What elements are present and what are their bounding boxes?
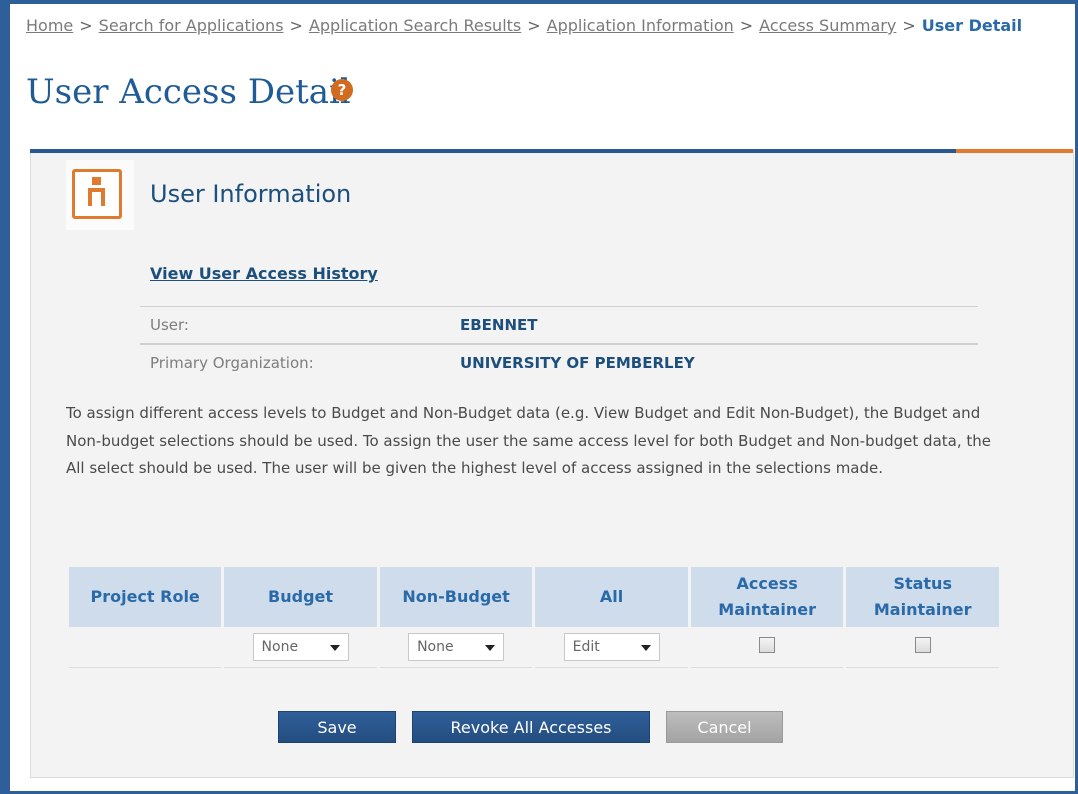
header-status-maintainer-line2: Maintainer	[873, 600, 972, 619]
user-row: User: EBENNET	[140, 306, 978, 344]
user-icon	[66, 160, 134, 230]
user-label: User:	[150, 316, 189, 334]
user-value: EBENNET	[460, 316, 538, 334]
user-badge-icon	[72, 169, 122, 219]
header-project-role: Project Role	[69, 567, 222, 627]
view-user-access-history-link[interactable]: View User Access History	[150, 264, 378, 283]
primary-organization-value: UNIVERSITY OF PEMBERLEY	[460, 354, 695, 372]
budget-select-value: None	[261, 639, 299, 655]
breadcrumb-search-for-applications[interactable]: Search for Applications	[99, 16, 284, 35]
breadcrumb-separator: >	[739, 16, 754, 35]
non-budget-select[interactable]: None	[408, 633, 505, 661]
cell-budget: None	[224, 627, 377, 668]
header-non-budget: Non-Budget	[379, 567, 533, 627]
breadcrumb-separator: >	[902, 16, 916, 35]
breadcrumb-application-search-results[interactable]: Application Search Results	[309, 16, 521, 35]
primary-organization-row: Primary Organization: UNIVERSITY OF PEMB…	[140, 344, 978, 381]
budget-select[interactable]: None	[252, 633, 349, 661]
breadcrumb-access-summary[interactable]: Access Summary	[759, 16, 896, 35]
table-header-row: Project Role Budget Non-Budget All Acces…	[69, 567, 999, 627]
table-row: None None Edit	[69, 627, 999, 668]
instructions-text: To assign different access levels to Bud…	[66, 404, 991, 477]
section-title: User Information	[150, 180, 352, 208]
breadcrumb-separator: >	[289, 16, 303, 35]
breadcrumb: Home > Search for Applications > Application…	[26, 16, 1022, 35]
header-budget: Budget	[224, 567, 377, 627]
cell-non-budget: None	[379, 627, 533, 668]
cell-access-maintainer	[690, 627, 844, 668]
status-maintainer-checkbox[interactable]	[914, 637, 931, 653]
breadcrumb-application-information[interactable]: Application Information	[547, 16, 734, 35]
panel-top-bar	[30, 149, 956, 153]
access-table: Project Role Budget Non-Budget All Acces…	[66, 567, 1002, 668]
chevron-down-icon	[485, 645, 496, 651]
breadcrumb-current: User Detail	[921, 16, 1023, 35]
all-select[interactable]: Edit	[563, 633, 660, 661]
chevron-down-icon	[640, 645, 651, 651]
panel-top-bar-accent	[956, 149, 1073, 153]
header-access-maintainer-line2: Maintainer	[718, 600, 816, 619]
cancel-button[interactable]: Cancel	[666, 711, 783, 743]
access-maintainer-checkbox[interactable]	[759, 637, 776, 653]
breadcrumb-separator: >	[527, 16, 541, 35]
help-icon[interactable]: ?	[331, 79, 353, 101]
primary-organization-label: Primary Organization:	[150, 354, 314, 372]
page-title: User Access Detail	[26, 72, 351, 112]
header-access-maintainer-line1: Access	[736, 574, 798, 593]
save-button[interactable]: Save	[278, 711, 396, 743]
breadcrumb-separator: >	[79, 16, 93, 35]
cell-all: Edit	[535, 627, 688, 668]
breadcrumb-home[interactable]: Home	[26, 16, 73, 35]
revoke-all-accesses-button[interactable]: Revoke All Accesses	[412, 711, 650, 743]
chevron-down-icon	[329, 645, 340, 651]
window-frame-left	[0, 0, 10, 794]
header-status-maintainer: Status Maintainer	[846, 567, 999, 627]
header-status-maintainer-line1: Status	[893, 574, 952, 593]
header-all: All	[535, 567, 688, 627]
cell-project-role	[69, 627, 222, 668]
all-select-value: Edit	[572, 639, 600, 655]
non-budget-select-value: None	[417, 639, 454, 655]
header-access-maintainer: Access Maintainer	[690, 567, 844, 627]
window-frame-top	[0, 0, 1078, 4]
cell-status-maintainer	[846, 627, 999, 668]
